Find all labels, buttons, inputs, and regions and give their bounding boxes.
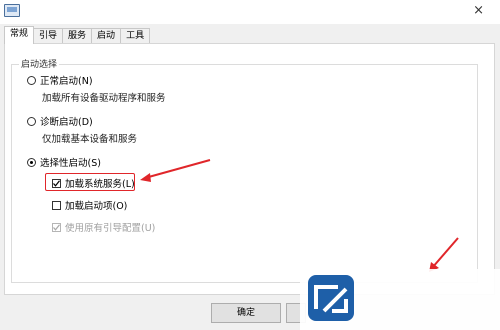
normal-startup-radio[interactable] <box>27 75 36 85</box>
title-bar: × <box>0 0 500 24</box>
normal-startup-option[interactable]: 正常启动(N) <box>27 73 93 87</box>
use-original-boot-config-checkbox <box>52 222 61 232</box>
selective-startup-label: 选择性启动(S) <box>40 158 101 169</box>
load-startup-items-checkbox[interactable] <box>52 200 61 210</box>
load-startup-items-label: 加载启动项(O) <box>65 201 128 212</box>
ok-button[interactable]: 确定 <box>211 303 281 323</box>
brand-watermark <box>300 269 500 330</box>
tab-bar: 常规 引导 服务 启动 工具 <box>4 26 151 44</box>
use-original-boot-config-option: 使用原有引导配置(U) <box>52 220 155 234</box>
group-label: 启动选择 <box>19 57 60 70</box>
brand-logo-glyph <box>314 285 348 313</box>
tab-startup[interactable]: 启动 <box>91 28 122 44</box>
diagnostic-startup-option[interactable]: 诊断启动(D) <box>27 114 93 128</box>
normal-startup-label: 正常启动(N) <box>40 76 93 87</box>
checkmark-disabled-icon <box>53 223 60 231</box>
load-startup-items-option[interactable]: 加载启动项(O) <box>52 198 127 212</box>
diagnostic-startup-radio[interactable] <box>27 116 36 126</box>
diagnostic-startup-label: 诊断启动(D) <box>40 117 93 128</box>
annotation-highlight-box <box>45 173 135 191</box>
diagnostic-startup-desc: 仅加载基本设备和服务 <box>42 134 138 145</box>
tab-boot[interactable]: 引导 <box>33 28 64 44</box>
selective-startup-option[interactable]: 选择性启动(S) <box>27 155 101 169</box>
tab-general[interactable]: 常规 <box>4 26 35 44</box>
selective-startup-radio[interactable] <box>27 157 36 167</box>
app-icon <box>4 4 20 17</box>
close-icon[interactable]: × <box>473 3 484 18</box>
system-config-window: × 常规 引导 服务 启动 工具 启动选择 正常启动(N) 加载所有设备驱动程序… <box>0 0 500 330</box>
normal-startup-desc: 加载所有设备驱动程序和服务 <box>42 93 166 104</box>
brand-logo-icon <box>308 275 354 321</box>
use-original-boot-config-label: 使用原有引导配置(U) <box>65 223 156 234</box>
tab-services[interactable]: 服务 <box>62 28 93 44</box>
tab-tools[interactable]: 工具 <box>120 28 151 44</box>
